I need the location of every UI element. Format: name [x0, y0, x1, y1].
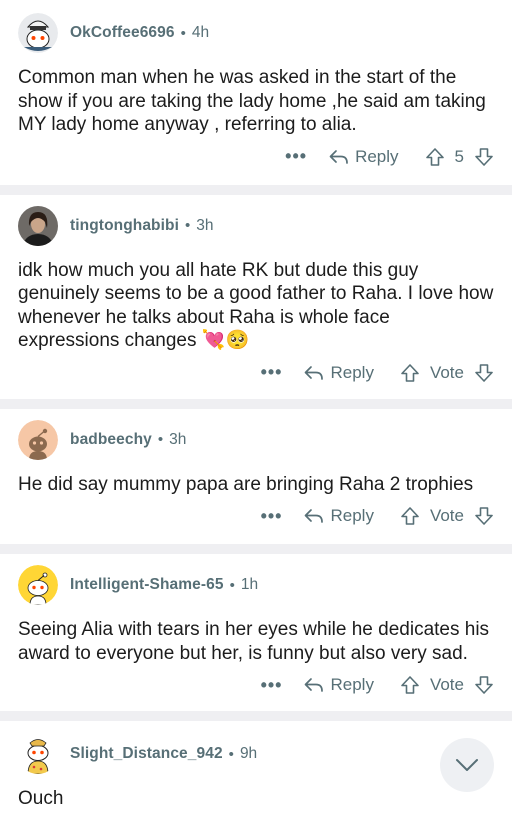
reply-button[interactable]: Reply	[304, 362, 374, 383]
meta-separator: •	[228, 745, 234, 763]
chevron-down-icon	[456, 759, 478, 771]
comment-actions: ••• Reply 5	[18, 137, 494, 177]
username[interactable]: tingtonghabibi	[70, 217, 179, 235]
snoo-avatar-icon	[18, 565, 58, 606]
meta-separator: •	[180, 24, 186, 42]
downvote-arrow-icon	[475, 363, 493, 382]
upvote-button[interactable]	[400, 506, 420, 526]
reply-label: Reply	[330, 362, 374, 382]
upvote-arrow-icon	[401, 363, 419, 382]
comment-header: Intelligent-Shame-65 • 1h	[18, 562, 494, 608]
comment-divider	[0, 398, 512, 409]
avatar[interactable]	[18, 734, 58, 775]
reply-label: Reply	[330, 506, 374, 526]
comment-header: Slight_Distance_942 • 9h	[18, 731, 494, 777]
vote-score: Vote	[429, 675, 464, 695]
comment: badbeechy • 3h He did say mummy papa are…	[0, 408, 512, 545]
reply-arrow-icon	[305, 678, 324, 693]
reply-arrow-icon	[305, 509, 324, 524]
comment-divider	[0, 711, 512, 722]
vote-score: 5	[454, 146, 464, 166]
reply-button[interactable]: Reply	[329, 146, 399, 167]
comment-age: 4h	[191, 24, 210, 41]
reply-button[interactable]: Reply	[304, 506, 374, 526]
scroll-down-button[interactable]	[440, 738, 494, 792]
photo-avatar-icon	[18, 205, 58, 246]
downvote-arrow-icon	[475, 147, 493, 166]
snoo-avatar-icon	[18, 13, 58, 53]
username[interactable]: badbeechy	[70, 431, 152, 449]
comment-divider	[0, 184, 512, 195]
reply-label: Reply	[355, 146, 399, 166]
avatar[interactable]	[18, 419, 58, 460]
upvote-arrow-icon	[401, 507, 419, 526]
comment: Intelligent-Shame-65 • 1h Seeing Alia wi…	[0, 554, 512, 712]
reply-label: Reply	[330, 675, 374, 695]
pleading-face-emoji: 🥺	[225, 330, 250, 352]
heart-arrow-emoji: 💘	[201, 330, 226, 352]
downvote-button[interactable]	[474, 506, 494, 526]
upvote-button[interactable]	[400, 363, 420, 383]
comment-text: Common man when he was asked in the star…	[18, 67, 486, 135]
meta-separator: •	[229, 576, 235, 594]
snoo-avatar-icon	[18, 734, 58, 775]
comment: OkCoffee6696 • 4h Common man when he was…	[0, 0, 512, 185]
downvote-arrow-icon	[475, 507, 493, 526]
vote-score: Vote	[429, 506, 464, 526]
comment-text: Ouch	[18, 788, 64, 810]
comment-header: OkCoffee6696 • 4h	[18, 10, 494, 56]
more-options-button[interactable]: •••	[261, 362, 283, 383]
comment-age: 3h	[169, 430, 187, 448]
avatar[interactable]	[18, 565, 58, 606]
upvote-arrow-icon	[401, 676, 419, 695]
downvote-button[interactable]	[474, 363, 494, 383]
comment-age: 1h	[240, 576, 259, 594]
comment-text: idk how much you all hate RK but dude th…	[18, 259, 494, 353]
comment-text-content: idk how much you all hate RK but dude th…	[18, 259, 494, 352]
downvote-button[interactable]	[474, 147, 494, 167]
comment-header: tingtonghabibi • 3h	[18, 203, 494, 249]
upvote-button[interactable]	[425, 147, 445, 167]
comment-actions: ••• Reply Vote	[18, 665, 494, 705]
upvote-button[interactable]	[400, 675, 420, 695]
meta-separator: •	[157, 431, 164, 449]
comment-header: badbeechy • 3h	[18, 417, 494, 463]
more-options-button[interactable]: •••	[261, 675, 283, 696]
comment-age: 9h	[239, 745, 258, 763]
downvote-button[interactable]	[474, 675, 494, 695]
snoo-avatar-icon	[18, 419, 58, 460]
comment-divider	[0, 544, 512, 555]
avatar[interactable]	[18, 13, 58, 53]
more-options-button[interactable]: •••	[285, 146, 307, 167]
reply-arrow-icon	[329, 149, 348, 164]
vote-score: Vote	[429, 362, 464, 382]
reply-button[interactable]: Reply	[304, 675, 374, 695]
comment-text: He did say mummy papa are bringing Raha …	[18, 473, 474, 495]
comment: Slight_Distance_942 • 9h Ouch	[0, 721, 512, 811]
comment-actions: ••• Reply Vote	[18, 353, 494, 393]
upvote-arrow-icon	[425, 147, 444, 166]
comment-age: 3h	[196, 216, 214, 234]
comment-actions: ••• Reply Vote	[18, 496, 494, 536]
username[interactable]: Intelligent-Shame-65	[70, 576, 224, 594]
more-options-button[interactable]: •••	[261, 506, 283, 527]
meta-separator: •	[185, 217, 191, 234]
avatar[interactable]	[18, 205, 58, 246]
comment-text: Seeing Alia with tears in her eyes while…	[18, 619, 490, 664]
username[interactable]: Slight_Distance_942	[70, 745, 223, 763]
comment: tingtonghabibi • 3h idk how much you all…	[0, 194, 512, 399]
downvote-arrow-icon	[475, 676, 493, 695]
reply-arrow-icon	[305, 365, 324, 380]
username[interactable]: OkCoffee6696	[70, 24, 175, 42]
